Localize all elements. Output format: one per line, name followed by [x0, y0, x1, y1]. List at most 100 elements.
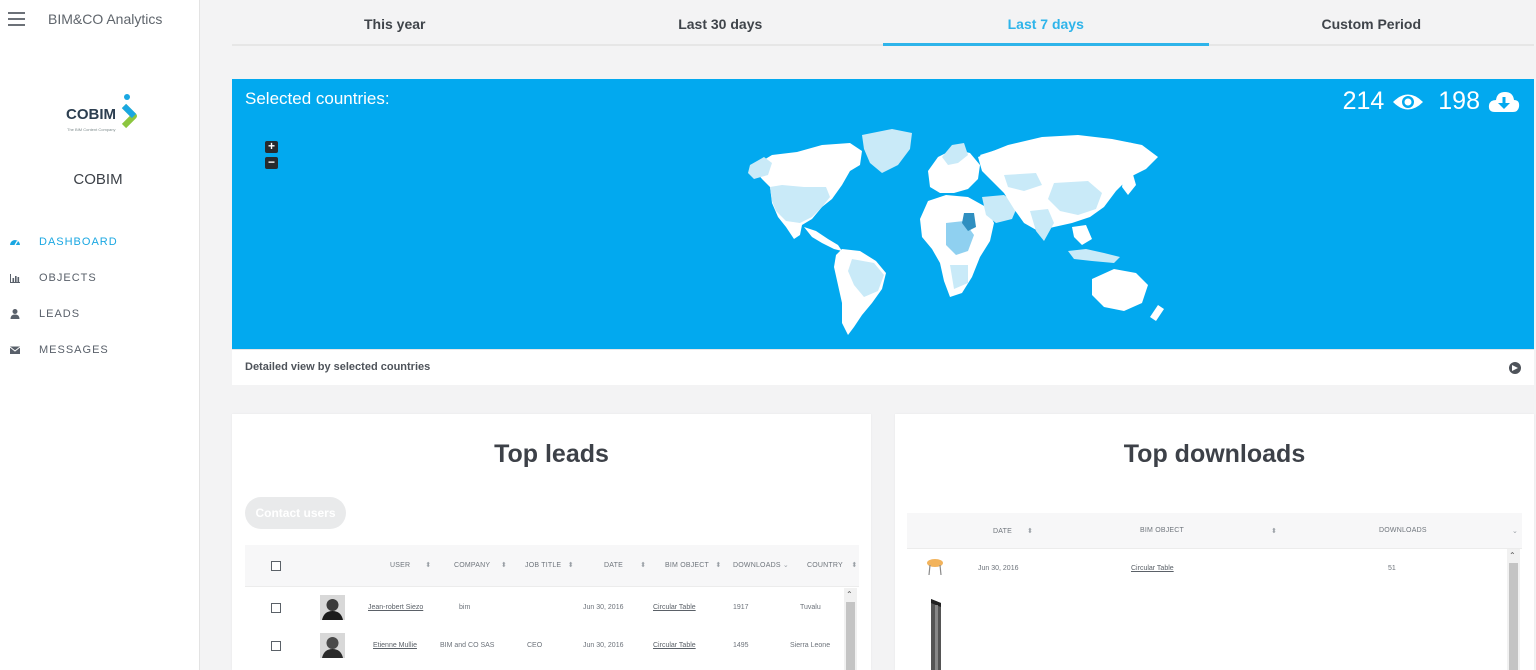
map-new-zealand[interactable]: [1150, 305, 1164, 321]
lead-company: BIM and CO SAS: [440, 642, 495, 649]
sort-icon: ⬍: [500, 562, 507, 569]
column-user[interactable]: USER ⬍: [390, 561, 431, 569]
lead-job-title: CEO: [527, 642, 543, 649]
column-bim-object[interactable]: BIM OBJECT ⬍: [665, 561, 721, 569]
sidebar-item-messages[interactable]: MESSAGES: [0, 340, 199, 376]
scroll-up-icon[interactable]: ⌃: [846, 590, 853, 599]
leads-scrollbar[interactable]: ⌃: [844, 588, 857, 670]
avatar: [320, 595, 345, 620]
hamburger-menu-icon[interactable]: [8, 12, 25, 26]
column-bim-object[interactable]: BIM OBJECT: [1140, 527, 1184, 534]
table-row[interactable]: Jean-robert Siezo bim Jun 30, 2016 Circu…: [245, 590, 845, 626]
avatar: [320, 633, 345, 658]
tab-last-7-days[interactable]: Last 7 days: [883, 0, 1209, 46]
column-downloads[interactable]: DOWNLOADS ⌄: [733, 561, 789, 569]
lead-company: bim: [459, 604, 471, 611]
lead-date: Jun 30, 2016: [583, 604, 624, 611]
map-stats: 214 198: [1343, 87, 1520, 116]
top-leads-title: Top leads: [494, 440, 609, 468]
table-row[interactable]: Etienne Mullie BIM and CO SAS CEO Jun 30…: [245, 628, 845, 664]
select-all-checkbox[interactable]: [271, 561, 281, 571]
logo-chevron-icon: [121, 94, 137, 129]
row-checkbox[interactable]: [271, 603, 281, 613]
sidebar-nav: DASHBOARD OBJECTS LEADS MESSAGES: [0, 232, 199, 376]
detailed-view-link[interactable]: Detailed view by selected countries: [245, 361, 430, 373]
contact-users-button[interactable]: Contact users: [245, 497, 346, 529]
column-date[interactable]: DATE ⬍: [993, 527, 1033, 535]
downloads-table-header: DATE ⬍ BIM OBJECT ⬍ DOWNLOADS ⌄: [907, 513, 1522, 549]
map-central-america[interactable]: [804, 227, 842, 251]
downloads-scrollbar[interactable]: ⌃: [1507, 549, 1520, 670]
sort-icon: ⬍: [567, 562, 574, 569]
period-tabs: This year Last 30 days Last 7 days Custo…: [232, 0, 1534, 46]
scroll-thumb[interactable]: [1509, 563, 1518, 670]
sort-icon: ⬍: [1271, 528, 1278, 535]
sidebar: BIM&CO Analytics COBIM The BIM Content C…: [0, 0, 200, 670]
sidebar-item-dashboard[interactable]: DASHBOARD: [0, 232, 199, 268]
top-leads-card: Top leads Contact users USER ⬍ COMPANY ⬍…: [232, 414, 871, 670]
zoom-in-button[interactable]: +: [265, 140, 278, 153]
lead-country: Tuvalu: [800, 604, 821, 611]
cloud-download-icon: [1488, 91, 1520, 112]
sort-icon: ⬍: [851, 562, 858, 569]
tab-custom-period[interactable]: Custom Period: [1209, 0, 1535, 44]
sort-icon: ⬍: [1026, 528, 1034, 535]
app-title: BIM&CO Analytics: [48, 11, 163, 27]
column-country[interactable]: COUNTRY ⬍: [807, 561, 857, 569]
sidebar-item-objects[interactable]: OBJECTS: [0, 268, 199, 304]
column-object-thumbnail: [931, 599, 941, 670]
table-row[interactable]: Jun 30, 2016 Circular Table 51: [907, 553, 1507, 583]
user-photo: [320, 633, 345, 658]
row-checkbox[interactable]: [271, 641, 281, 651]
lead-downloads: 1495: [733, 642, 749, 649]
map-southeast-asia[interactable]: [1072, 225, 1092, 245]
map-zoom-controls: + −: [265, 140, 278, 173]
download-date: Jun 30, 2016: [978, 565, 1019, 572]
world-map: [748, 129, 1164, 335]
sidebar-item-label: LEADS: [39, 308, 81, 320]
map-footer[interactable]: Detailed view by selected countries: [232, 349, 1534, 385]
zoom-out-button[interactable]: −: [265, 156, 278, 169]
envelope-icon: [9, 346, 21, 354]
tab-last-30-days[interactable]: Last 30 days: [558, 0, 884, 44]
column-downloads-sort[interactable]: ⌄: [1512, 527, 1518, 535]
sort-desc-icon: ⌄: [1512, 528, 1519, 535]
download-bim-object-link[interactable]: Circular Table: [1131, 565, 1174, 572]
eye-icon: [1393, 94, 1424, 109]
dashboard-icon: [10, 240, 20, 246]
sort-desc-icon: ⌄: [782, 562, 789, 569]
leads-table: USER ⬍ COMPANY ⬍ JOB TITLE ⬍ DATE ⬍ BIM …: [245, 545, 859, 670]
map-australia[interactable]: [1092, 269, 1148, 311]
lead-user-link[interactable]: Etienne Mullie: [373, 642, 417, 649]
sidebar-item-label: DASHBOARD: [39, 236, 118, 248]
lead-downloads: 1917: [733, 604, 749, 611]
sidebar-item-label: OBJECTS: [39, 272, 97, 284]
map-greenland[interactable]: [862, 129, 912, 173]
column-bim-object-sort[interactable]: ⬍: [1271, 527, 1277, 535]
lead-user-link[interactable]: Jean-robert Siezo: [368, 604, 423, 611]
scroll-thumb[interactable]: [846, 602, 855, 670]
arrow-right-circle-icon[interactable]: [1509, 362, 1521, 374]
lead-bim-object-link[interactable]: Circular Table: [653, 642, 696, 649]
map-indonesia[interactable]: [1068, 249, 1120, 263]
column-date[interactable]: DATE ⬍: [604, 561, 646, 569]
sidebar-item-label: MESSAGES: [39, 344, 109, 356]
world-map-area[interactable]: Selected countries: 214 198 + −: [232, 79, 1534, 349]
circular-table-thumbnail: [927, 559, 943, 576]
user-icon: [10, 309, 20, 319]
countries-map-card: Selected countries: 214 198 + − Detailed…: [232, 79, 1534, 385]
sidebar-item-leads[interactable]: LEADS: [0, 304, 199, 340]
sort-icon: ⬍: [715, 562, 722, 569]
lead-bim-object-link[interactable]: Circular Table: [653, 604, 696, 611]
column-downloads[interactable]: DOWNLOADS: [1379, 527, 1427, 534]
scroll-up-icon[interactable]: ⌃: [1509, 551, 1516, 560]
downloads-table: DATE ⬍ BIM OBJECT ⬍ DOWNLOADS ⌄ Jun 30, …: [907, 513, 1522, 670]
column-company[interactable]: COMPANY ⬍: [454, 561, 507, 569]
downloads-count: 198: [1438, 87, 1480, 115]
tab-this-year[interactable]: This year: [232, 0, 558, 44]
company-logo: COBIM The BIM Content Company: [64, 92, 144, 136]
company-name: COBIM: [73, 171, 123, 188]
column-job-title[interactable]: JOB TITLE ⬍: [525, 561, 574, 569]
logo-text: COBIM: [66, 106, 116, 123]
lead-date: Jun 30, 2016: [583, 642, 624, 649]
